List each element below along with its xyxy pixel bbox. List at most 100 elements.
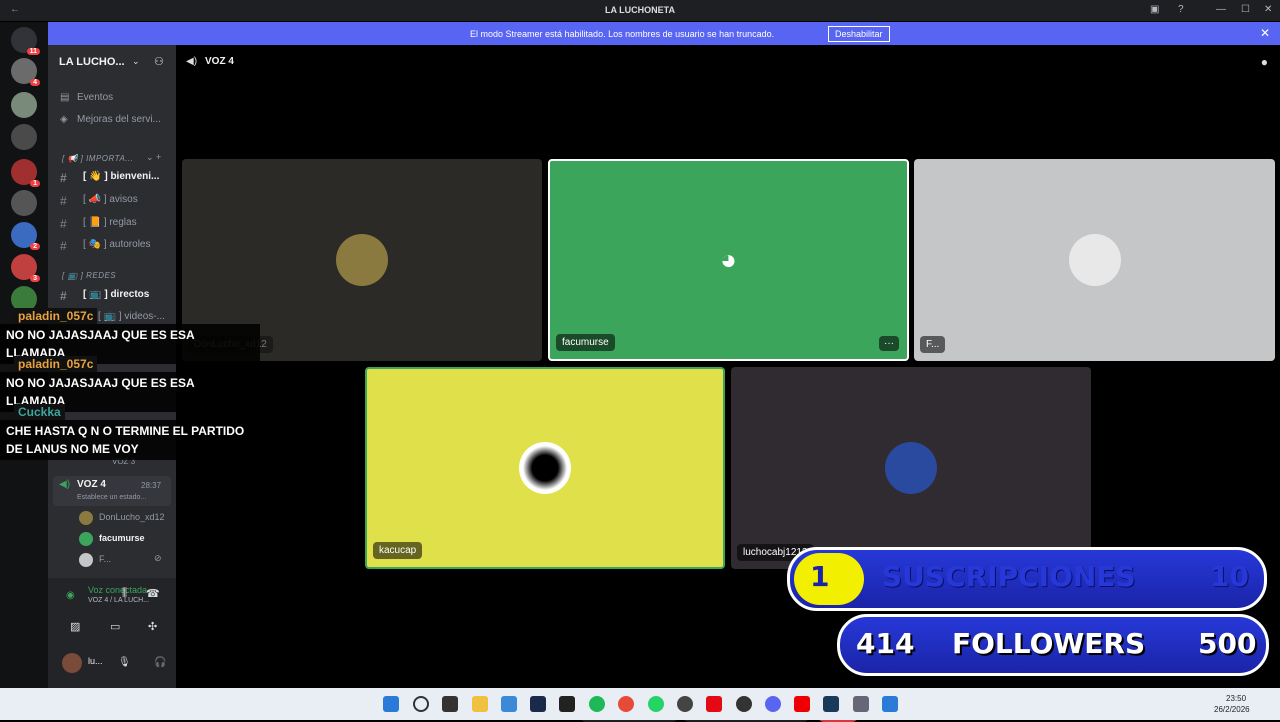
category-redes[interactable]: [ 📺 ] REDES — [62, 271, 116, 280]
server-icon[interactable] — [11, 92, 37, 118]
start-icon[interactable] — [383, 696, 399, 712]
avatar[interactable] — [62, 653, 82, 673]
avatar — [885, 442, 937, 494]
subs-current: 1 — [810, 560, 830, 593]
activities-icon[interactable]: ✣ — [148, 620, 157, 633]
search-icon[interactable] — [413, 696, 429, 712]
server-name[interactable]: LA LUCHO... — [59, 56, 125, 68]
server-icon[interactable] — [11, 190, 37, 216]
server-icon[interactable]: 1 — [11, 159, 40, 187]
hashtag-icon: # — [60, 289, 67, 303]
calendar-icon: ▤ — [60, 92, 70, 103]
followers-goal-value: 500 — [1198, 627, 1257, 660]
followers-current: 414 — [856, 627, 915, 660]
participant-tile[interactable]: kacucap — [365, 367, 725, 569]
category-importante[interactable]: [ 📢 ] IMPORTA... — [62, 154, 133, 163]
avatar — [1068, 234, 1121, 286]
screen-share-icon[interactable]: ▭ — [110, 620, 120, 633]
clock-date[interactable]: 26/2/2026 — [1214, 705, 1250, 714]
chat-username: Cuckka — [14, 404, 65, 420]
inbox-icon[interactable]: ▣ — [1150, 4, 1159, 15]
connection-icon: ◉ — [66, 590, 75, 601]
window-titlebar: ← LA LUCHONETA ▣ ? — ☐ ✕ — [0, 0, 1280, 21]
voice-location: VOZ 4 / LA LUCH... — [88, 597, 150, 604]
participant-name: F... — [920, 336, 946, 353]
banner-message: El modo Streamer está habilitado. Los no… — [470, 29, 775, 39]
clock-time[interactable]: 23:50 — [1226, 694, 1246, 703]
chrome-icon[interactable] — [618, 696, 634, 712]
close-window-icon[interactable]: ✕ — [1264, 4, 1272, 15]
hashtag-icon: # — [60, 217, 67, 231]
home-icon[interactable]: 11 — [11, 27, 40, 55]
chat-message: Cuckka CHE HASTA Q N O TERMINE EL PARTID… — [0, 404, 262, 460]
task-view-icon[interactable] — [442, 696, 458, 712]
more-options-icon[interactable]: ··· — [879, 336, 899, 351]
store-icon[interactable] — [501, 696, 517, 712]
avatar — [519, 442, 571, 494]
voice-status-hint[interactable]: Establece un estado... — [77, 494, 146, 501]
boost-icon: ◈ — [60, 114, 68, 125]
file-explorer-icon[interactable] — [472, 696, 488, 712]
server-icon[interactable]: 2 — [11, 222, 40, 250]
youtube-icon[interactable] — [794, 696, 810, 712]
spotify-icon[interactable] — [589, 696, 605, 712]
app-icon[interactable] — [882, 696, 898, 712]
app-icon[interactable] — [823, 696, 839, 712]
muted-mic-icon: ⊘ — [154, 553, 162, 563]
headphones-icon[interactable]: 🎧 — [154, 657, 166, 668]
voice-connected-label: Voz conectada — [88, 585, 148, 595]
followers-goal: 414 FOLLOWERS 500 — [837, 614, 1269, 676]
participant-tile[interactable]: luchocabj1212 — [731, 367, 1091, 569]
whatsapp-icon[interactable] — [648, 696, 664, 712]
voice-timer: 28:37 — [141, 481, 162, 490]
noise-suppression-icon[interactable]: ⫼ — [122, 587, 127, 600]
chat-bubble-icon[interactable]: ● — [1261, 55, 1268, 69]
add-member-icon[interactable]: ⚇ — [154, 55, 164, 68]
participant-tile[interactable]: ◕ facumurse ··· — [548, 159, 909, 361]
avatar — [79, 532, 93, 546]
epic-games-icon[interactable] — [559, 696, 575, 712]
speaker-icon: ◀) — [59, 479, 71, 490]
discord-logo-icon: ◕ — [720, 244, 737, 275]
settings-gear-icon[interactable] — [853, 696, 869, 712]
speaker-icon: ◀) — [186, 56, 198, 67]
chat-username: paladin_057c — [14, 308, 98, 324]
participant-name: facumurse — [556, 334, 615, 351]
server-icon[interactable] — [11, 124, 37, 150]
hashtag-icon: # — [60, 171, 67, 185]
subscriptions-goal: 1 SUSCRIPCIONES 10 — [787, 547, 1267, 611]
chevron-down-icon[interactable]: ⌄ — [132, 56, 140, 67]
minimize-icon[interactable]: — — [1216, 4, 1226, 15]
camera-off-icon[interactable]: ▨ — [70, 620, 80, 633]
username: lu... — [88, 656, 103, 666]
server-icon[interactable]: 4 — [11, 58, 40, 86]
discord-icon[interactable] — [765, 696, 781, 712]
subs-label: SUSCRIPCIONES — [882, 560, 1136, 593]
participant-name: kacucap — [373, 542, 423, 559]
chatgpt-icon[interactable] — [677, 696, 693, 712]
category-controls-icon[interactable]: ⌄ + — [146, 152, 161, 163]
hashtag-icon: # — [60, 239, 67, 253]
obs-icon[interactable] — [736, 696, 752, 712]
netflix-icon[interactable] — [706, 696, 722, 712]
server-icon[interactable]: 3 — [11, 254, 40, 282]
avatar — [79, 553, 93, 567]
voice-channel-title: VOZ 4 — [205, 56, 234, 67]
user-panel: ◉ Voz conectada VOZ 4 / LA LUCH... ⫼ ☎ ▨… — [48, 578, 200, 688]
banner-close-icon[interactable]: ✕ — [1260, 26, 1270, 40]
participant-tile[interactable]: F... — [914, 159, 1275, 361]
streamer-mode-banner: El modo Streamer está habilitado. Los no… — [48, 22, 1280, 45]
chat-username: paladin_057c — [14, 356, 98, 372]
steam-icon[interactable] — [530, 696, 546, 712]
avatar — [336, 234, 388, 286]
chat-text: CHE HASTA Q N O TERMINE EL PARTIDO DE LA… — [0, 420, 262, 460]
microphone-icon[interactable]: 🎙 — [118, 657, 131, 668]
maximize-icon[interactable]: ☐ — [1241, 4, 1250, 15]
avatar — [79, 511, 93, 525]
disable-streamer-button[interactable]: Deshabilitar — [828, 26, 890, 42]
disconnect-icon[interactable]: ☎ — [146, 587, 160, 600]
hashtag-icon: # — [60, 194, 67, 208]
subs-goal: 10 — [1210, 560, 1249, 593]
voice-channel-voz4[interactable]: ◀) VOZ 4 28:37 Establece un estado... — [53, 476, 171, 506]
help-icon[interactable]: ? — [1178, 4, 1184, 15]
